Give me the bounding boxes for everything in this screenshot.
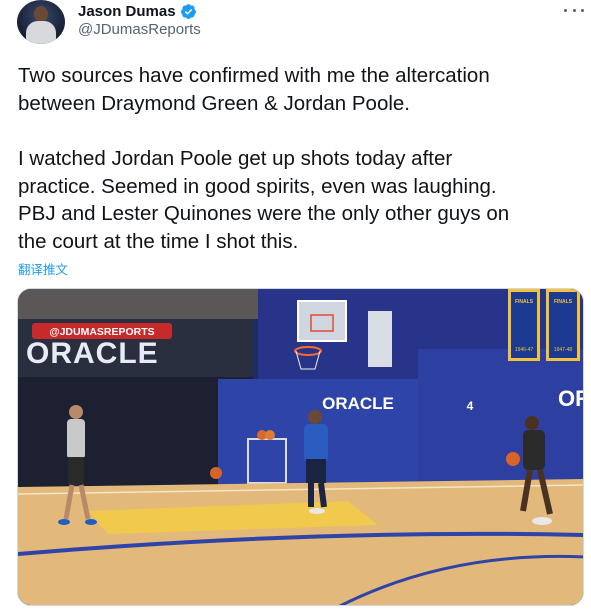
wall-logo-center: ORACLE bbox=[322, 394, 394, 413]
avatar-body bbox=[26, 21, 56, 44]
verified-badge-icon bbox=[180, 3, 196, 19]
avatar-head bbox=[34, 6, 48, 22]
banner-top-text: FINALS bbox=[515, 299, 534, 305]
watermark-text: @JDUMASREPORTS bbox=[49, 326, 154, 338]
banner-bottom-text: 1947-48 bbox=[554, 347, 573, 353]
wall-logo-right: ORA bbox=[558, 386, 584, 411]
wall-number: 4 bbox=[467, 399, 474, 413]
backboard bbox=[297, 300, 347, 342]
avatar[interactable] bbox=[17, 0, 65, 44]
more-options-icon[interactable] bbox=[564, 2, 584, 18]
author-name-row[interactable]: Jason Dumas bbox=[78, 1, 197, 21]
tweet-text: Two sources have confirmed with me the a… bbox=[18, 62, 578, 255]
banner-top-text: FINALS bbox=[554, 299, 573, 305]
translate-tweet-link[interactable]: 翻译推文 bbox=[18, 259, 68, 278]
basketball bbox=[506, 452, 520, 466]
author-handle[interactable]: @JDumasReports bbox=[78, 21, 201, 38]
tweet: Jason Dumas @JDumasReports Two sources h… bbox=[0, 0, 591, 610]
court-floor bbox=[18, 479, 583, 605]
tweet-media-photo[interactable]: FINALS 1946-47 FINALS 1947-48 ORACLE 4 O… bbox=[17, 288, 584, 606]
wall-logo-left: ORACLE bbox=[26, 337, 159, 370]
tweet-line: PBJ and Lester Quinones were the only ot… bbox=[18, 202, 510, 225]
tweet-line: practice. Seemed in good spirits, even w… bbox=[18, 174, 497, 198]
court-photo: FINALS 1946-47 FINALS 1947-48 ORACLE 4 O… bbox=[18, 289, 584, 605]
tweet-line: I watched Jordan Poole get up shots toda… bbox=[18, 147, 453, 170]
tweet-line: the court at the time I shot this. bbox=[18, 229, 299, 253]
banner-bottom-text: 1946-47 bbox=[515, 347, 534, 353]
tweet-line: between Draymond Green & Jordan Poole. bbox=[18, 91, 411, 115]
tweet-line: Two sources have confirmed with me the a… bbox=[18, 64, 490, 87]
display-name[interactable]: Jason Dumas bbox=[78, 3, 176, 20]
